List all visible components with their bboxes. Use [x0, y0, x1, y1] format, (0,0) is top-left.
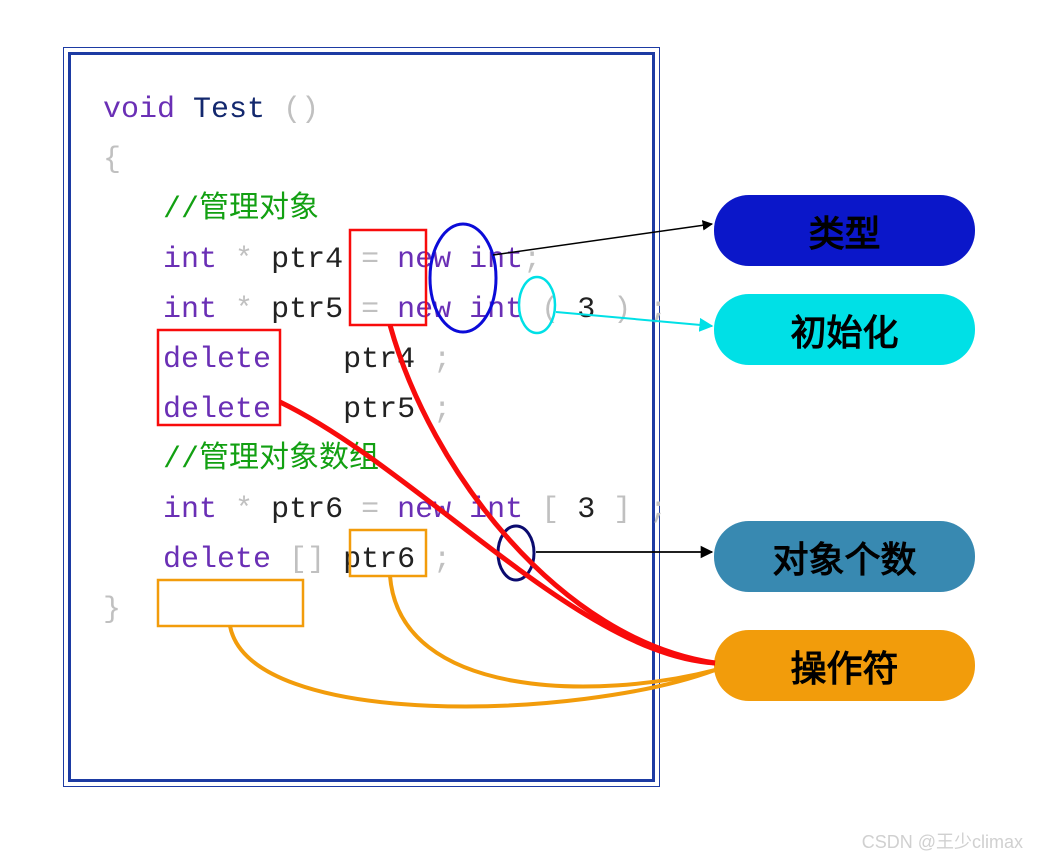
line-signature: void Test () — [83, 85, 640, 135]
type-int-1: int — [469, 243, 523, 277]
new-1: new — [397, 243, 451, 277]
init-3: 3 — [577, 293, 595, 327]
line-ptr6: int * ptr6 = new int [ 3 ] ; — [83, 485, 640, 535]
line-delete-ptr6: delete [] ptr6 ; — [83, 535, 640, 585]
line-ptr4: int * ptr4 = new int; — [83, 235, 640, 285]
pill-count: 对象个数 — [714, 521, 975, 592]
delete-1: delete — [163, 343, 271, 377]
diagram-stage: void Test () { //管理对象 int * ptr4 = new i… — [0, 0, 1037, 864]
comment-arrays: //管理对象数组 — [83, 435, 640, 485]
new-2: new — [397, 293, 451, 327]
pill-init: 初始化 — [714, 294, 975, 365]
delete-2: delete — [163, 393, 271, 427]
brace-open: { — [83, 135, 640, 185]
line-ptr5: int * ptr5 = new int ( 3 ) ; — [83, 285, 640, 335]
fn-test: Test — [193, 93, 265, 127]
line-delete-ptr4: delete··· ptr4 ; — [83, 335, 640, 385]
code-block: void Test () { //管理对象 int * ptr4 = new i… — [83, 85, 640, 635]
code-frame: void Test () { //管理对象 int * ptr4 = new i… — [68, 52, 655, 782]
type-int-2: int — [469, 293, 523, 327]
line-delete-ptr5: delete··· ptr5 ; — [83, 385, 640, 435]
pill-type: 类型 — [714, 195, 975, 266]
kw-void: void — [103, 93, 175, 127]
count-3: 3 — [577, 493, 595, 527]
delete-3: delete — [163, 543, 271, 577]
sig-paren: () — [283, 93, 319, 127]
pill-op: 操作符 — [714, 630, 975, 701]
new-3: new — [397, 493, 451, 527]
brace-close: } — [83, 585, 640, 635]
comment-objects: //管理对象 — [83, 185, 640, 235]
watermark: CSDN @王少climax — [862, 828, 1023, 854]
